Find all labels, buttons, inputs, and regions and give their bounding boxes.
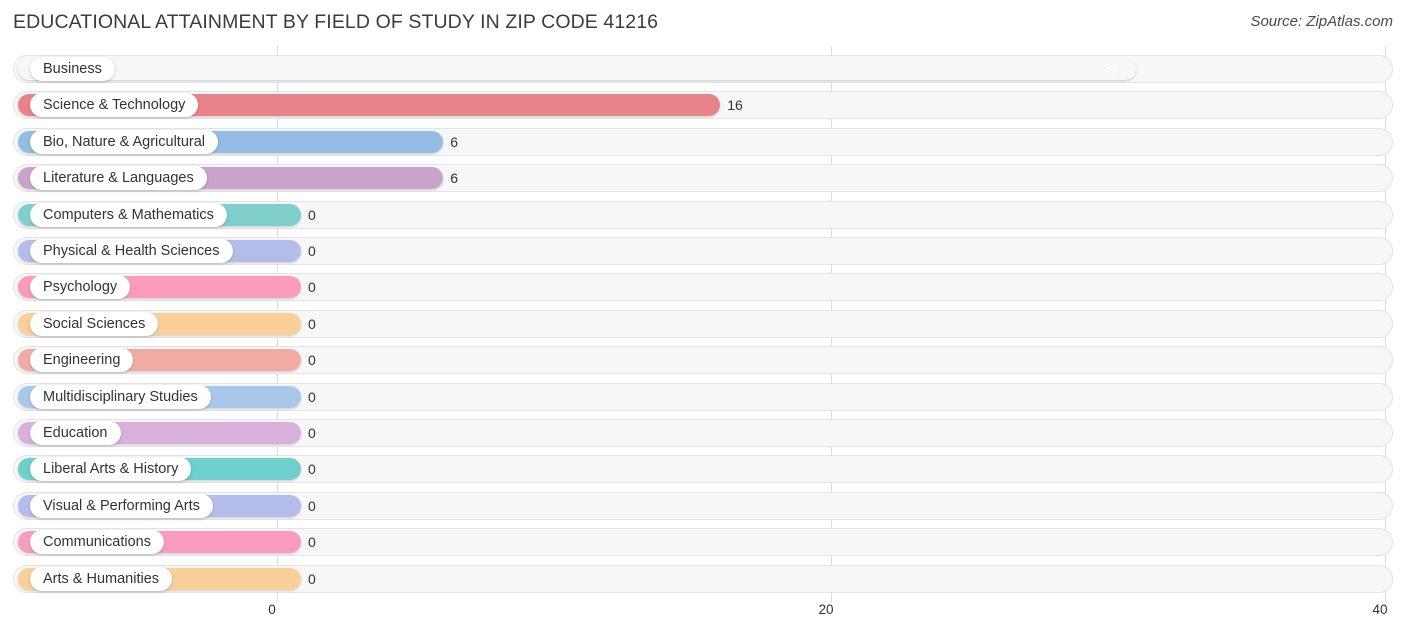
x-tick-label: 20 [818, 602, 834, 617]
chart-row[interactable]: Engineering 0 [13, 346, 1393, 375]
page-title: EDUCATIONAL ATTAINMENT BY FIELD OF STUDY… [13, 11, 659, 33]
chart-row[interactable]: Multidisciplinary Studies 0 [13, 382, 1393, 411]
bar-category-label: Business [30, 57, 115, 81]
bar-category-label: Engineering [30, 348, 134, 373]
bar-value-label: 0 [308, 425, 316, 441]
bar-category-label: Physical & Health Sciences [30, 239, 233, 263]
bar-category-label: Visual & Performing Arts [30, 493, 213, 518]
bar-value-label: 6 [450, 170, 458, 187]
chart-row[interactable]: Literature & Languages 6 [13, 164, 1393, 193]
bar-fill[interactable] [18, 58, 1136, 80]
bar-category-label: Liberal Arts & History [30, 457, 192, 482]
chart-row[interactable]: Computers & Mathematics 0 [13, 200, 1393, 229]
bar-category-label: Literature & Languages [30, 166, 207, 191]
chart-plot-area: Business 31 Science & Technology 16 Bio, Nat… [0, 46, 1406, 602]
bar-value-label: 16 [727, 97, 743, 114]
x-axis: 0 20 40 [0, 602, 1406, 632]
chart-row[interactable]: Communications 0 [13, 528, 1393, 557]
bar-category-label: Multidisciplinary Studies [30, 384, 211, 409]
x-tick-label: 0 [268, 602, 276, 617]
bar-value-label: 0 [308, 388, 316, 405]
chart-header: EDUCATIONAL ATTAINMENT BY FIELD OF STUDY… [0, 0, 1406, 46]
bar-value-label: 0 [308, 352, 316, 369]
bar-category-label: Communications [30, 530, 164, 555]
bar-category-label: Science & Technology [30, 93, 199, 118]
bar-value-label: 0 [308, 315, 316, 332]
bar-value-label: 0 [308, 206, 316, 223]
chart-row[interactable]: Liberal Arts & History 0 [13, 455, 1393, 484]
bar-category-label: Social Sciences [30, 311, 159, 336]
bar-category-label: Computers & Mathematics [30, 202, 227, 227]
bar-category-label: Bio, Nature & Agricultural [30, 129, 218, 154]
bar-category-label: Psychology [30, 275, 131, 300]
bar-value-label: 0 [308, 461, 316, 478]
bar-value-label: 6 [450, 133, 458, 150]
chart-row[interactable]: Bio, Nature & Agricultural 6 [13, 127, 1393, 156]
chart-row[interactable]: Visual & Performing Arts 0 [13, 491, 1393, 520]
chart-row[interactable]: Arts & Humanities 0 [13, 564, 1393, 593]
chart-row[interactable]: Education 0 [13, 419, 1393, 447]
chart-row[interactable]: Physical & Health Sciences 0 [13, 237, 1393, 265]
bar-value-label: 0 [308, 570, 316, 587]
bar-value-label: 0 [308, 497, 316, 514]
chart-row[interactable]: Science & Technology 16 [13, 91, 1393, 120]
bar-value-label-inside: 31 [1103, 61, 1119, 76]
bar-value-label: 0 [308, 279, 316, 296]
chart-row[interactable]: Psychology 0 [13, 273, 1393, 302]
chart-row[interactable]: Business 31 [13, 55, 1393, 83]
bar-category-label: Education [30, 421, 121, 445]
chart-bar-rows: Business 31 Science & Technology 16 Bio, Nat… [0, 46, 1406, 602]
chart-row[interactable]: Social Sciences 0 [13, 309, 1393, 338]
bar-category-label: Arts & Humanities [30, 566, 173, 591]
bar-value-label: 0 [308, 534, 316, 551]
source-attribution: Source: ZipAtlas.com [1250, 13, 1393, 30]
bar-value-label: 0 [308, 243, 316, 259]
x-tick-label: 40 [1372, 602, 1388, 617]
